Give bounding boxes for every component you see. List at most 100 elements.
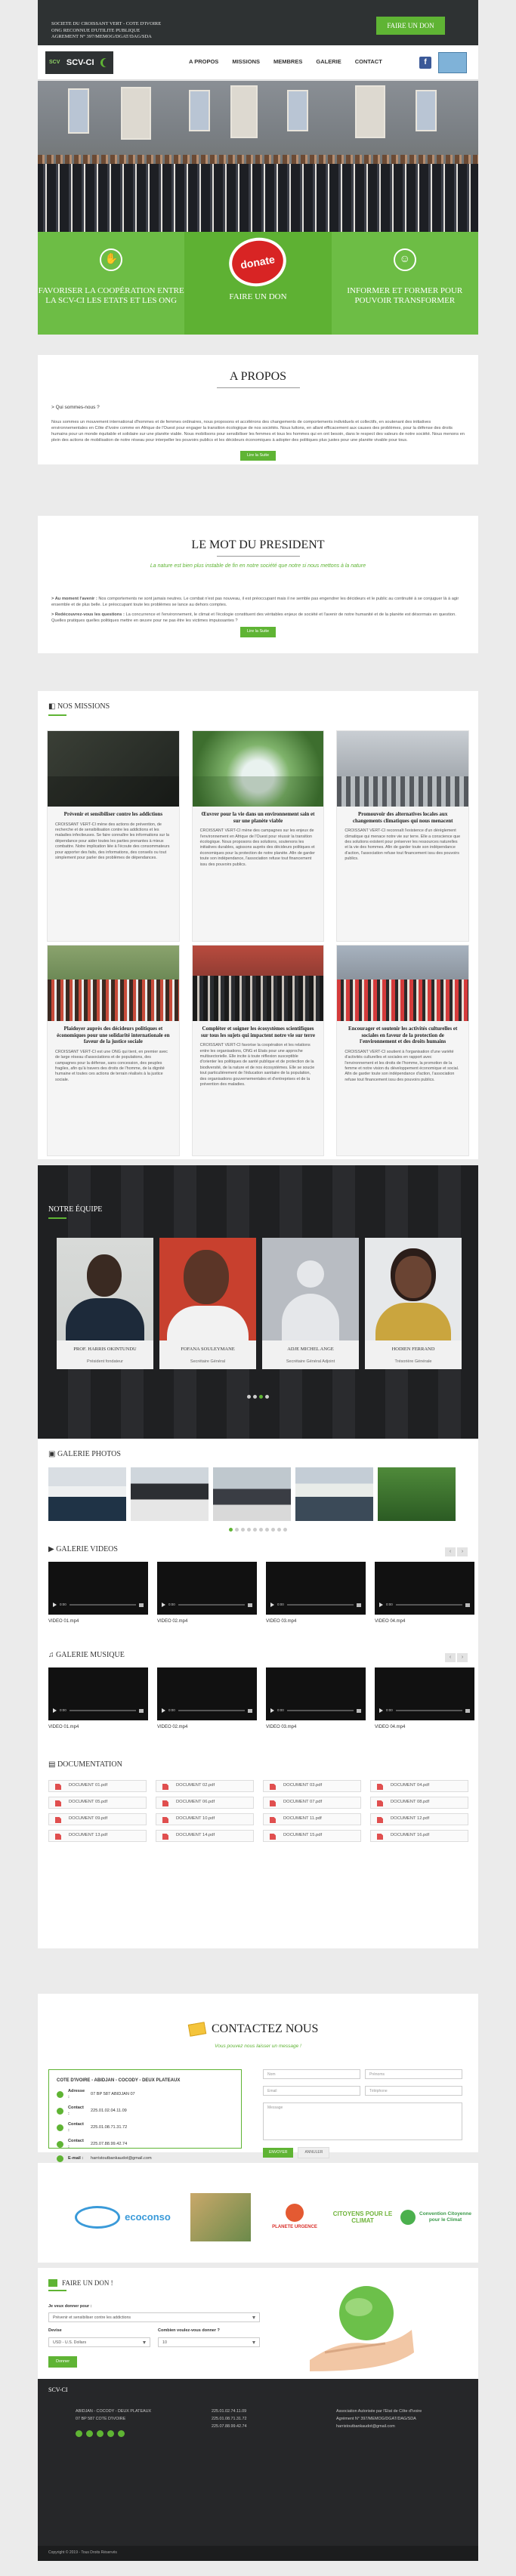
document-link[interactable]: DOCUMENT 02.pdf: [156, 1780, 254, 1792]
cancel-button[interactable]: ANNULER: [298, 2147, 330, 2158]
amount-input[interactable]: 10: [158, 2337, 260, 2347]
team-card[interactable]: HODIEN FERRAND Trésorière Générale: [365, 1238, 462, 1369]
video-player[interactable]: 0:00 VIDEO 01.mp4: [48, 1562, 148, 1624]
seek-bar[interactable]: [395, 1604, 462, 1606]
video-player[interactable]: 0:00 VIDEO 04.mp4: [375, 1562, 474, 1624]
carousel-dot[interactable]: [247, 1395, 251, 1399]
volume-icon[interactable]: [357, 1708, 361, 1713]
play-icon[interactable]: [162, 1603, 165, 1607]
carousel-dot[interactable]: [247, 1528, 251, 1532]
volume-icon[interactable]: [465, 1708, 470, 1713]
document-link[interactable]: DOCUMENT 11.pdf: [263, 1813, 361, 1825]
feature-inform[interactable]: ☺ INFORMER ET FORMER POUR POUVOIR TRANSF…: [331, 232, 478, 335]
give-button[interactable]: Donner: [48, 2355, 78, 2368]
site-logo[interactable]: SCV SCV-CI: [45, 51, 113, 74]
seek-bar[interactable]: [69, 1604, 136, 1606]
document-link[interactable]: DOCUMENT 14.pdf: [156, 1830, 254, 1842]
play-icon[interactable]: [162, 1708, 165, 1713]
mission-card[interactable]: Encourager et soutenir les activités cul…: [336, 945, 469, 1156]
carousel-dot-active[interactable]: [259, 1395, 263, 1399]
team-card[interactable]: FOFANA SOULEYMANE Secrétaire Général: [159, 1238, 256, 1369]
linkedin-icon[interactable]: [118, 2430, 125, 2437]
seek-bar[interactable]: [69, 1710, 136, 1711]
carousel-dot[interactable]: [283, 1528, 287, 1532]
volume-icon[interactable]: [139, 1603, 144, 1607]
gallery-photo[interactable]: [378, 1467, 456, 1521]
carousel-dot[interactable]: [235, 1528, 239, 1532]
carousel-dot[interactable]: [265, 1528, 269, 1532]
nav-item-apropos[interactable]: A PROPOS: [189, 58, 218, 66]
facebook-icon[interactable]: f: [419, 57, 431, 69]
play-icon[interactable]: [379, 1708, 383, 1713]
gallery-photo[interactable]: [213, 1467, 291, 1521]
send-button[interactable]: ENVOYER: [263, 2148, 294, 2158]
phone-field[interactable]: Téléphone: [365, 2086, 462, 2096]
volume-icon[interactable]: [139, 1708, 144, 1713]
mission-card[interactable]: Compléter et soigner les écosystèmes sci…: [191, 945, 325, 1156]
partner-logo-photo[interactable]: [190, 2193, 251, 2241]
currency-select[interactable]: USD - U.S. Dollars: [48, 2337, 150, 2347]
seek-bar[interactable]: [395, 1710, 462, 1711]
gallery-photo[interactable]: [48, 1467, 126, 1521]
seek-bar[interactable]: [286, 1710, 354, 1711]
nav-item-galerie[interactable]: GALERIE: [316, 58, 341, 66]
document-link[interactable]: DOCUMENT 13.pdf: [48, 1830, 147, 1842]
mission-card[interactable]: Œuvrer pour la vie dans un environnement…: [191, 730, 325, 942]
team-card[interactable]: PROF. HARRIS OKINTUNDU Président fondate…: [57, 1238, 153, 1369]
feature-cooperation[interactable]: ✋ FAVORISER LA COOPÉRATION ENTRE LA SCV-…: [38, 232, 185, 335]
team-card[interactable]: ADJE MICHEL ANGE Secrétaire Général Adjo…: [262, 1238, 359, 1369]
document-link[interactable]: DOCUMENT 01.pdf: [48, 1780, 147, 1792]
nom-field[interactable]: Nom: [263, 2069, 360, 2079]
partner-logo-planete[interactable]: PLANETE URGENCE: [264, 2193, 325, 2241]
seek-bar[interactable]: [178, 1604, 245, 1606]
play-icon[interactable]: [270, 1708, 274, 1713]
youtube-icon[interactable]: [107, 2430, 114, 2437]
play-icon[interactable]: [53, 1603, 57, 1607]
nav-item-missions[interactable]: MISSIONS: [232, 58, 260, 66]
read-more-button[interactable]: Lire la Suite: [239, 450, 277, 461]
facebook-icon[interactable]: [76, 2430, 82, 2437]
partner-logo-citoyens[interactable]: CITOYENS POUR LE CLIMAT: [332, 2193, 393, 2241]
video-player[interactable]: 0:00 VIDEO 03.mp4: [266, 1562, 366, 1624]
cause-select[interactable]: Prévenir et sensibiliser contre les addi…: [48, 2312, 260, 2323]
audio-player[interactable]: 0:00 VIDEO 02.mp4: [157, 1667, 257, 1729]
prenom-field[interactable]: Prénoms: [365, 2069, 462, 2079]
seek-bar[interactable]: [286, 1604, 354, 1606]
carousel-dot[interactable]: [253, 1395, 257, 1399]
prev-arrow-icon[interactable]: ‹: [445, 1547, 456, 1556]
twitter-icon[interactable]: [86, 2430, 93, 2437]
agreement-line[interactable]: harristoutbankaudot@gmail.com: [336, 2423, 422, 2430]
mission-card[interactable]: Prévenir et sensibiliser contre les addi…: [47, 730, 180, 942]
document-link[interactable]: DOCUMENT 16.pdf: [370, 1830, 468, 1842]
row-value[interactable]: harristoutbankaudot@gmail.com: [91, 2156, 152, 2162]
read-more-button[interactable]: Lire la Suite: [239, 627, 277, 637]
document-link[interactable]: DOCUMENT 05.pdf: [48, 1797, 147, 1809]
mission-card[interactable]: Promouvoir des alternatives locales aux …: [336, 730, 469, 942]
play-icon[interactable]: [270, 1603, 274, 1607]
play-icon[interactable]: [53, 1708, 57, 1713]
volume-icon[interactable]: [357, 1603, 361, 1607]
next-arrow-icon[interactable]: ›: [457, 1653, 468, 1662]
carousel-dot[interactable]: [265, 1395, 269, 1399]
volume-icon[interactable]: [248, 1603, 252, 1607]
video-player[interactable]: 0:00 VIDEO 02.mp4: [157, 1562, 257, 1624]
document-link[interactable]: DOCUMENT 03.pdf: [263, 1780, 361, 1792]
carousel-dot[interactable]: [271, 1528, 275, 1532]
volume-icon[interactable]: [465, 1603, 470, 1607]
document-link[interactable]: DOCUMENT 07.pdf: [263, 1797, 361, 1809]
email-field[interactable]: Email: [263, 2086, 360, 2096]
document-link[interactable]: DOCUMENT 10.pdf: [156, 1813, 254, 1825]
donate-button[interactable]: FAIRE UN DON: [376, 17, 445, 35]
message-field[interactable]: Message: [263, 2102, 462, 2140]
prev-arrow-icon[interactable]: ‹: [445, 1653, 456, 1662]
nav-item-membres[interactable]: MEMBRES: [273, 58, 302, 66]
audio-player[interactable]: 0:00 VIDEO 01.mp4: [48, 1667, 148, 1729]
gallery-photo[interactable]: [131, 1467, 209, 1521]
document-link[interactable]: DOCUMENT 09.pdf: [48, 1813, 147, 1825]
carousel-dot[interactable]: [241, 1528, 245, 1532]
gallery-photo[interactable]: [295, 1467, 373, 1521]
next-arrow-icon[interactable]: ›: [457, 1547, 468, 1556]
mission-card[interactable]: Plaidoyer auprès des décideurs politique…: [47, 945, 180, 1156]
nav-item-contact[interactable]: CONTACT: [355, 58, 382, 66]
partner-logo-convention[interactable]: Convention Citoyenne pour le Climat: [400, 2193, 472, 2241]
